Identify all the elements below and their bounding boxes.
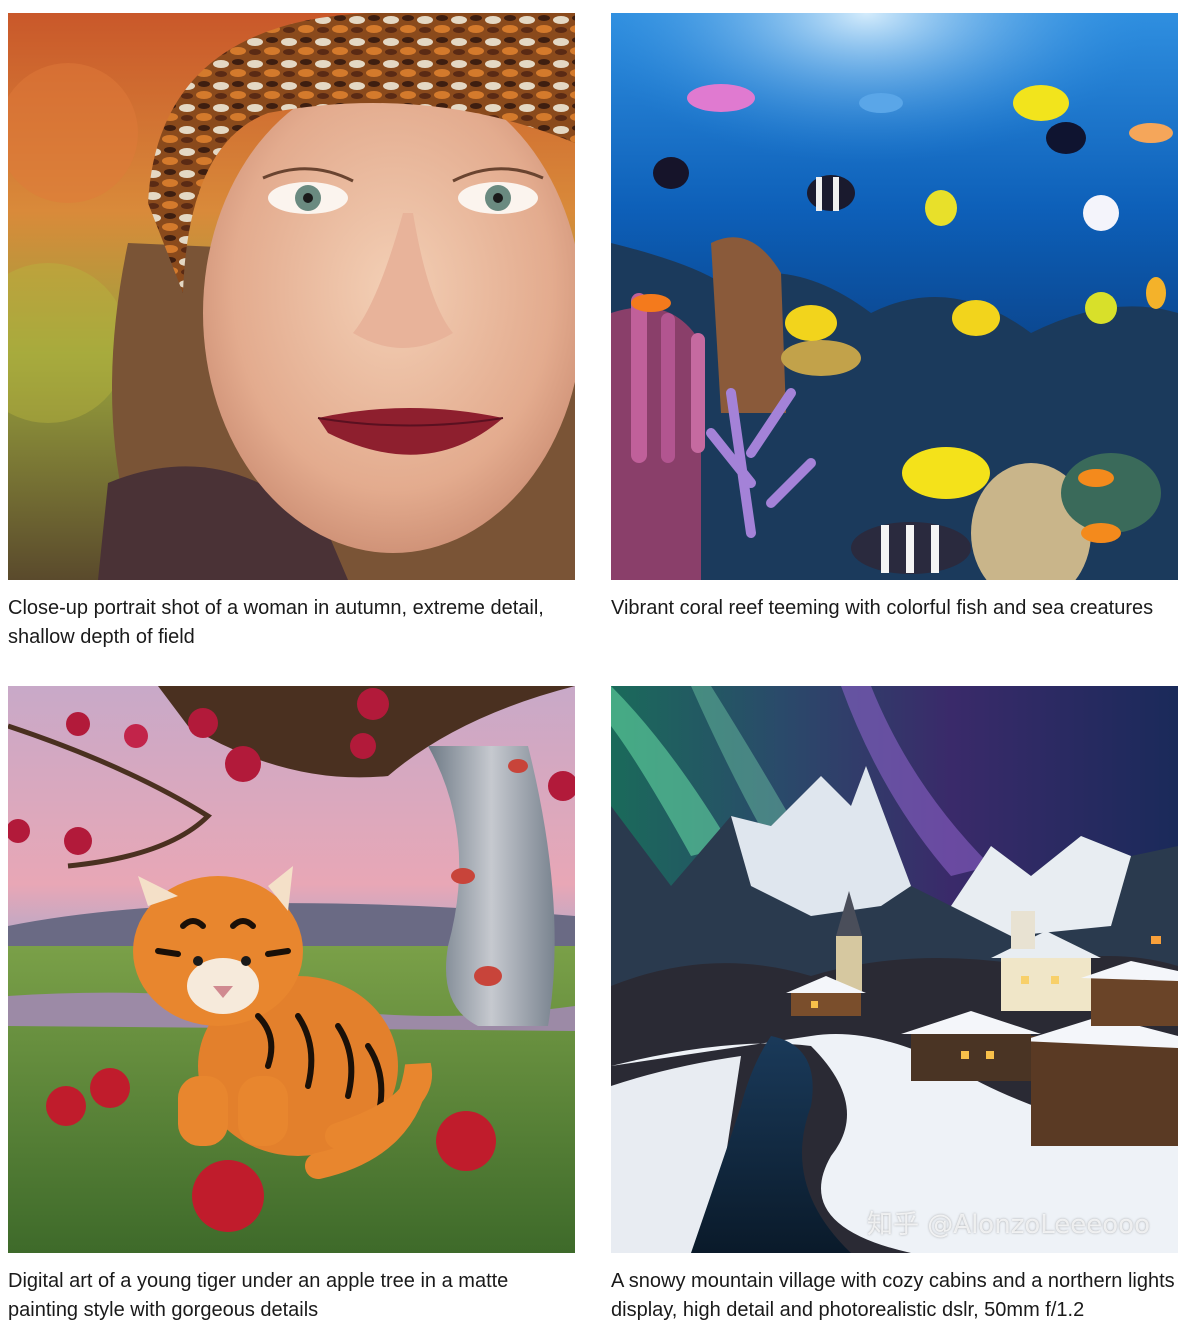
snowy-village-image: 知乎 @AlonzoLeeeooo bbox=[611, 686, 1178, 1253]
coral-reef-image bbox=[611, 13, 1178, 580]
image-gallery: Close-up portrait shot of a woman in aut… bbox=[0, 0, 1186, 1336]
gallery-item-coral-reef: Vibrant coral reef teeming with colorful… bbox=[611, 13, 1178, 623]
portrait-image bbox=[8, 13, 575, 580]
caption-portrait: Close-up portrait shot of a woman in aut… bbox=[8, 597, 544, 648]
tiger-image bbox=[8, 686, 575, 1253]
caption-coral-reef: Vibrant coral reef teeming with colorful… bbox=[611, 597, 1154, 619]
gallery-item-tiger: Digital art of a young tiger under an ap… bbox=[8, 686, 575, 1325]
caption-snowy-village: A snowy mountain village with cozy cabin… bbox=[611, 1270, 1175, 1321]
gallery-item-snowy-village: 知乎 @AlonzoLeeeooo A snowy mountain villa… bbox=[611, 686, 1178, 1325]
gallery-item-portrait: Close-up portrait shot of a woman in aut… bbox=[8, 13, 575, 652]
caption-tiger: Digital art of a young tiger under an ap… bbox=[8, 1270, 509, 1321]
